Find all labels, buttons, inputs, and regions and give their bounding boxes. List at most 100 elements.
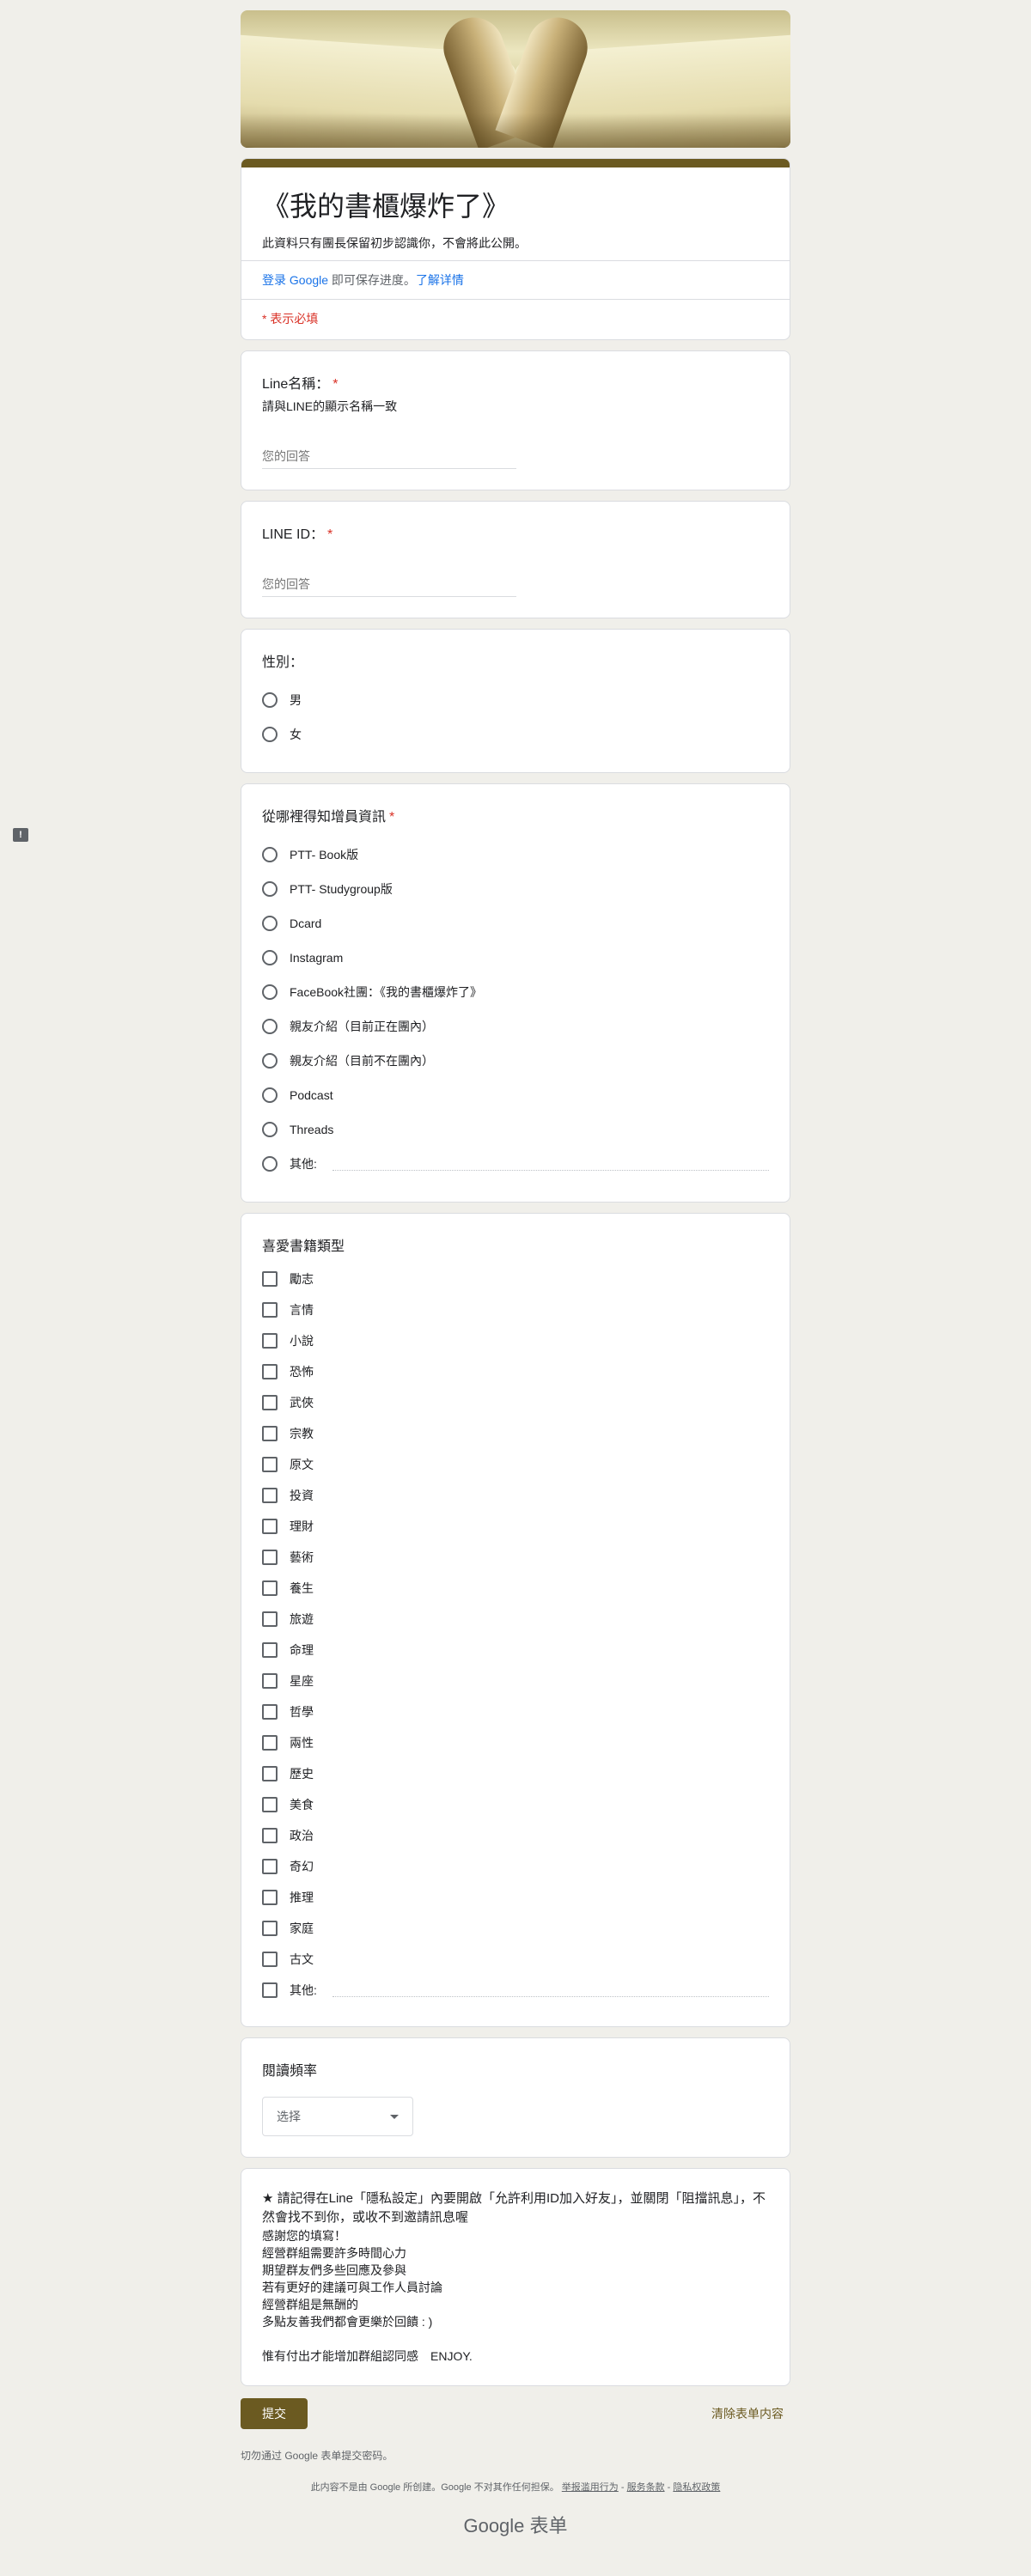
radio-button[interactable] <box>262 1156 278 1172</box>
checkbox[interactable] <box>262 1735 278 1751</box>
report-abuse-link[interactable]: 举报滥用行为 <box>562 2482 619 2493</box>
radio-button[interactable] <box>262 1053 278 1069</box>
other-text-input[interactable] <box>332 1158 769 1171</box>
radio-option[interactable]: PTT- Book版 <box>262 837 769 872</box>
login-google-link[interactable]: 登录 Google <box>262 273 328 287</box>
checkbox[interactable] <box>262 1797 278 1812</box>
submit-button[interactable]: 提交 <box>241 2398 308 2429</box>
checkbox[interactable] <box>262 1982 278 1998</box>
radio-option[interactable]: Threads <box>262 1112 769 1147</box>
checkbox-option[interactable]: 命理 <box>262 1635 769 1666</box>
checkbox-option[interactable]: 古文 <box>262 1944 769 1975</box>
checkbox-option[interactable]: 旅遊 <box>262 1604 769 1635</box>
radio-button[interactable] <box>262 847 278 862</box>
checkbox-option[interactable]: 宗教 <box>262 1418 769 1449</box>
radio-option[interactable]: PTT- Studygroup版 <box>262 872 769 906</box>
checkbox[interactable] <box>262 1550 278 1565</box>
checkbox-option[interactable]: 言情 <box>262 1294 769 1325</box>
checkbox[interactable] <box>262 1673 278 1689</box>
gender-options: 男 女 <box>262 683 769 752</box>
checkbox[interactable] <box>262 1828 278 1843</box>
checkbox-option[interactable]: 小說 <box>262 1325 769 1356</box>
checkbox[interactable] <box>262 1271 278 1287</box>
radio-button[interactable] <box>262 881 278 897</box>
option-label: 命理 <box>290 1643 314 1657</box>
checkbox-option[interactable]: 藝術 <box>262 1542 769 1573</box>
option-label: 宗教 <box>290 1427 314 1440</box>
frequency-select[interactable]: 选择 <box>262 2097 413 2136</box>
dropdown-caret-icon <box>390 2114 399 2119</box>
privacy-link[interactable]: 隐私权政策 <box>673 2482 720 2493</box>
radio-button[interactable] <box>262 692 278 708</box>
checkbox[interactable] <box>262 1890 278 1905</box>
checkbox[interactable] <box>262 1457 278 1472</box>
radio-button[interactable] <box>262 1087 278 1103</box>
radio-option[interactable]: FaceBook社團：《我的書櫃爆炸了》 <box>262 975 769 1009</box>
option-label: 美食 <box>290 1798 314 1812</box>
radio-button[interactable] <box>262 950 278 965</box>
checkbox-option[interactable]: 奇幻 <box>262 1851 769 1882</box>
checkbox[interactable] <box>262 1766 278 1781</box>
checkbox[interactable] <box>262 1921 278 1936</box>
radio-button[interactable] <box>262 984 278 1000</box>
learn-more-link[interactable]: 了解详情 <box>416 273 464 287</box>
checkbox-option[interactable]: 勵志 <box>262 1264 769 1294</box>
line-id-input[interactable] <box>262 574 516 597</box>
radio-button[interactable] <box>262 916 278 931</box>
option-label: 星座 <box>290 1674 314 1688</box>
radio-option[interactable]: 親友介紹（目前不在團內） <box>262 1044 769 1078</box>
checkbox-option[interactable]: 星座 <box>262 1666 769 1696</box>
checkbox-option[interactable]: 原文 <box>262 1449 769 1480</box>
option-label: 理財 <box>290 1519 314 1533</box>
checkbox[interactable] <box>262 1952 278 1967</box>
checkbox[interactable] <box>262 1611 278 1627</box>
checkbox-option[interactable]: 武俠 <box>262 1387 769 1418</box>
option-label: PTT- Book版 <box>290 848 359 862</box>
checkbox[interactable] <box>262 1519 278 1534</box>
question-title: 閱讀頻率 <box>262 2064 318 2079</box>
radio-option[interactable]: 其他: <box>262 1147 769 1181</box>
radio-button[interactable] <box>262 1122 278 1137</box>
other-text-input[interactable] <box>332 1984 769 1997</box>
checkbox[interactable] <box>262 1859 278 1874</box>
option-label: 恐怖 <box>290 1365 314 1379</box>
checkbox-option[interactable]: 其他: <box>262 1975 769 2006</box>
checkbox-option[interactable]: 兩性 <box>262 1727 769 1758</box>
radio-option[interactable]: 女 <box>262 717 769 752</box>
radio-button[interactable] <box>262 727 278 742</box>
radio-button[interactable] <box>262 1019 278 1034</box>
checkbox-option[interactable]: 恐怖 <box>262 1356 769 1387</box>
checkbox-option[interactable]: 哲學 <box>262 1696 769 1727</box>
notes-line: 感謝您的填寫！ <box>262 2229 346 2243</box>
checkbox-option[interactable]: 理財 <box>262 1511 769 1542</box>
checkbox-option[interactable]: 歷史 <box>262 1758 769 1789</box>
checkbox[interactable] <box>262 1395 278 1410</box>
checkbox[interactable] <box>262 1642 278 1658</box>
checkbox[interactable] <box>262 1580 278 1596</box>
checkbox[interactable] <box>262 1302 278 1318</box>
radio-option[interactable]: 男 <box>262 683 769 717</box>
genre-options: 勵志 言情 小說恐怖武俠宗教原文 投資理財藝術 養生 旅遊命理星座哲學 兩性歷史美食政治奇幻… <box>262 1264 769 2006</box>
option-label: 歷史 <box>290 1767 314 1781</box>
clear-form-button[interactable]: 清除表单内容 <box>711 2405 784 2422</box>
radio-option[interactable]: 親友介紹（目前正在團內） <box>262 1009 769 1044</box>
report-issue-button[interactable]: ! <box>10 825 31 845</box>
checkbox[interactable] <box>262 1704 278 1720</box>
checkbox[interactable] <box>262 1364 278 1379</box>
checkbox[interactable] <box>262 1333 278 1349</box>
terms-link[interactable]: 服务条款 <box>627 2482 665 2493</box>
checkbox[interactable] <box>262 1426 278 1441</box>
checkbox-option[interactable]: 推理 <box>262 1882 769 1913</box>
line-name-input[interactable] <box>262 446 516 469</box>
checkbox[interactable] <box>262 1488 278 1503</box>
option-label: 奇幻 <box>290 1860 314 1873</box>
checkbox-option[interactable]: 家庭 <box>262 1913 769 1944</box>
radio-option[interactable]: Instagram <box>262 941 769 975</box>
checkbox-option[interactable]: 投資 <box>262 1480 769 1511</box>
checkbox-option[interactable]: 政治 <box>262 1820 769 1851</box>
select-value: 选择 <box>277 2110 301 2123</box>
checkbox-option[interactable]: 養生 <box>262 1573 769 1604</box>
radio-option[interactable]: Podcast <box>262 1078 769 1112</box>
checkbox-option[interactable]: 美食 <box>262 1789 769 1820</box>
radio-option[interactable]: Dcard <box>262 906 769 941</box>
